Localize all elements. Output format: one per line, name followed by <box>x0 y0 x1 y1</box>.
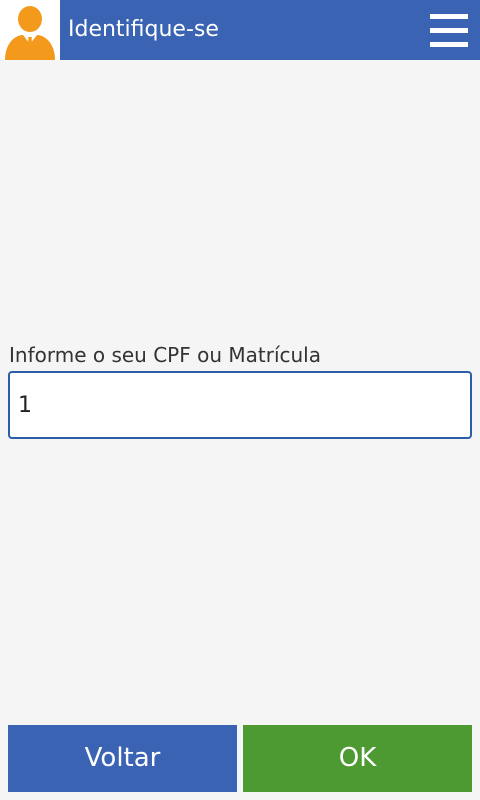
back-button[interactable]: Voltar <box>8 725 237 792</box>
app-header: Identifique-se <box>0 0 480 60</box>
hamburger-menu-icon <box>430 14 468 47</box>
identify-screen: Identifique-se Informe o seu CPF ou Matr… <box>0 0 480 800</box>
ok-button[interactable]: OK <box>243 725 472 792</box>
avatar <box>0 0 60 60</box>
cpf-input[interactable] <box>8 371 472 439</box>
cpf-field-label: Informe o seu CPF ou Matrícula <box>9 343 321 367</box>
menu-button[interactable] <box>430 12 468 50</box>
page-title: Identifique-se <box>68 17 219 42</box>
user-avatar-icon <box>5 6 55 60</box>
